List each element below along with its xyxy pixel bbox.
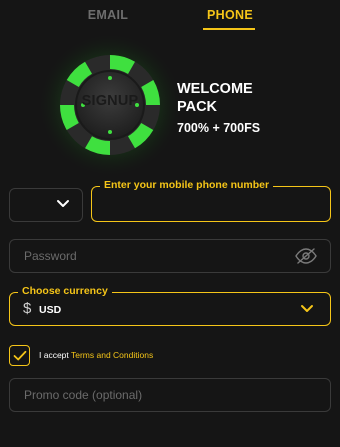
promo-code-input[interactable] xyxy=(22,386,312,404)
welcome-title: WELCOME PACK xyxy=(177,80,317,116)
signup-chip: SIGNUP xyxy=(40,35,180,175)
currency-label: Choose currency xyxy=(18,285,112,297)
welcome-title-line1: WELCOME xyxy=(177,81,253,97)
welcome-title-line2: PACK xyxy=(177,99,218,115)
terms-link[interactable]: Terms and Conditions xyxy=(71,350,153,360)
currency-value: USD xyxy=(39,304,62,316)
tab-email[interactable]: EMAIL xyxy=(78,8,138,30)
country-code-select[interactable] xyxy=(9,188,83,222)
chevron-down-icon[interactable] xyxy=(300,304,314,314)
checkmark-icon xyxy=(13,350,27,361)
phone-field-label: Enter your mobile phone number xyxy=(100,179,274,191)
password-input[interactable] xyxy=(22,247,282,265)
terms-checkbox[interactable] xyxy=(9,345,30,366)
chip-label: SIGNUP xyxy=(81,93,139,109)
terms-prefix: I accept xyxy=(39,350,71,360)
dollar-icon: $ xyxy=(23,300,32,317)
tab-phone[interactable]: PHONE xyxy=(200,8,260,30)
terms-text: I accept Terms and Conditions xyxy=(39,350,153,360)
welcome-offer: 700% + 700FS xyxy=(177,121,261,135)
phone-input[interactable] xyxy=(100,196,320,216)
chevron-down-icon[interactable] xyxy=(56,199,70,209)
active-tab-indicator xyxy=(203,28,255,30)
eye-off-icon[interactable] xyxy=(295,247,317,265)
